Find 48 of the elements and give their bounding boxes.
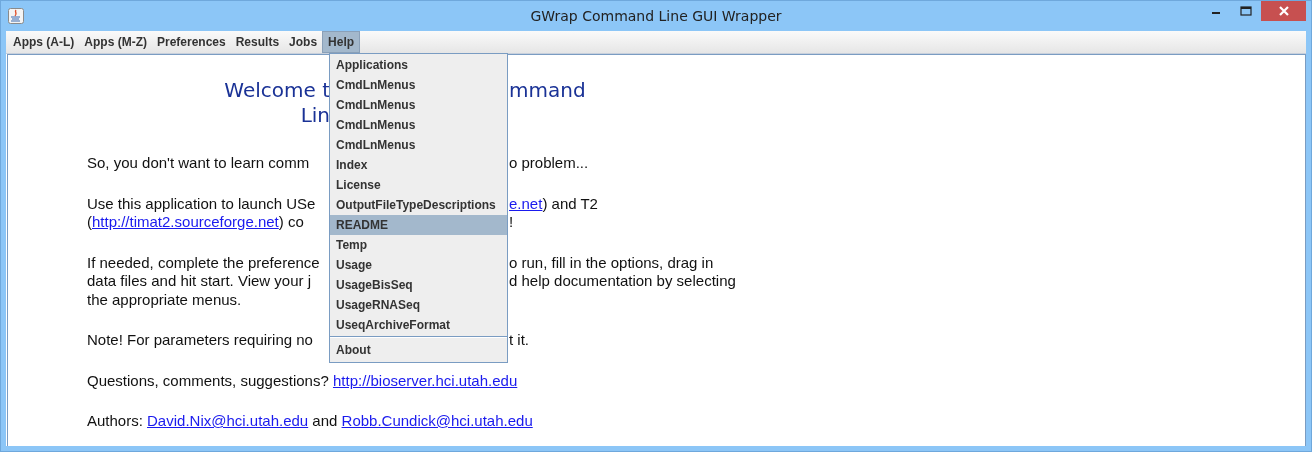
paragraph-text: Questions, comments, suggestions? http://bioserver.hci.utah.edu bbox=[87, 371, 518, 390]
paragraph-text: If needed, complete the preference bbox=[87, 253, 321, 272]
paragraph-text: (http://timat2.sourceforge.net) co bbox=[87, 213, 305, 232]
link[interactable]: David.Nix@hci.utah.edu bbox=[147, 412, 309, 429]
close-icon bbox=[1277, 6, 1290, 16]
menu-item[interactable]: Index bbox=[330, 155, 507, 175]
menu-item[interactable]: UseqArchiveFormat bbox=[330, 315, 507, 335]
menu-item[interactable]: CmdLnMenus bbox=[330, 95, 507, 115]
menu-item[interactable]: Temp bbox=[330, 235, 507, 255]
close-button[interactable] bbox=[1261, 1, 1306, 21]
window-title: GWrap Command Line GUI Wrapper bbox=[530, 8, 782, 24]
menu-item[interactable]: Applications bbox=[330, 55, 507, 75]
menu-item[interactable]: OutputFileTypeDescriptions bbox=[330, 195, 507, 215]
menu-item[interactable]: CmdLnMenus bbox=[330, 135, 507, 155]
link[interactable]: http://bioserver.hci.utah.edu bbox=[332, 371, 518, 389]
paragraph-text: data files and hit start. View your j bbox=[87, 272, 312, 291]
paragraph-text: d help documentation by selecting bbox=[509, 272, 736, 291]
menu-item[interactable]: License bbox=[330, 175, 507, 195]
link[interactable]: Robb.Cundick@hci.utah.edu bbox=[341, 412, 533, 429]
paragraph-text: Note! For parameters requiring no bbox=[87, 331, 314, 350]
menu-item[interactable]: UsageBisSeq bbox=[330, 275, 507, 295]
paragraph-text: the appropriate menus. bbox=[87, 290, 242, 309]
paragraph-text: t it. bbox=[509, 331, 529, 350]
heading-text: mmand bbox=[509, 78, 586, 103]
menu-item[interactable]: CmdLnMenus bbox=[330, 115, 507, 135]
paragraph-text: Use this application to launch USe bbox=[87, 194, 317, 213]
menu-item[interactable]: Apps (A-L) bbox=[8, 31, 80, 53]
link[interactable]: e.net bbox=[509, 194, 543, 212]
paragraph-text: o problem... bbox=[509, 154, 589, 173]
paragraph-text: e.net) and T2 bbox=[509, 194, 598, 213]
paragraph-text: Authors: David.Nix@hci.utah.edu and Robb.Cundick@hci.utah.edu bbox=[87, 412, 533, 431]
link[interactable]: http://timat2.sourceforge.net bbox=[92, 213, 279, 230]
menu-item[interactable]: Usage bbox=[330, 255, 507, 275]
coffee-cup-icon bbox=[8, 8, 24, 24]
menu-item[interactable]: CmdLnMenus bbox=[330, 75, 507, 95]
paragraph-text: o run, fill in the options, drag in bbox=[509, 253, 714, 272]
menu-item[interactable]: About bbox=[330, 340, 507, 360]
menu-item[interactable]: UsageRNASeq bbox=[330, 295, 507, 315]
heading-text: Lin bbox=[299, 103, 330, 128]
maximize-icon bbox=[1239, 6, 1252, 16]
menu-item[interactable]: Jobs bbox=[284, 31, 323, 53]
menu-item[interactable]: Help bbox=[322, 31, 361, 53]
menu-item[interactable]: Apps (M-Z) bbox=[79, 31, 152, 53]
menu-item[interactable]: Preferences bbox=[152, 31, 231, 53]
menu-item[interactable]: Results bbox=[230, 31, 285, 53]
paragraph-text: ! bbox=[509, 213, 514, 232]
menu-item[interactable]: README bbox=[330, 215, 507, 235]
paragraph-text: So, you don't want to learn comm bbox=[87, 154, 311, 173]
